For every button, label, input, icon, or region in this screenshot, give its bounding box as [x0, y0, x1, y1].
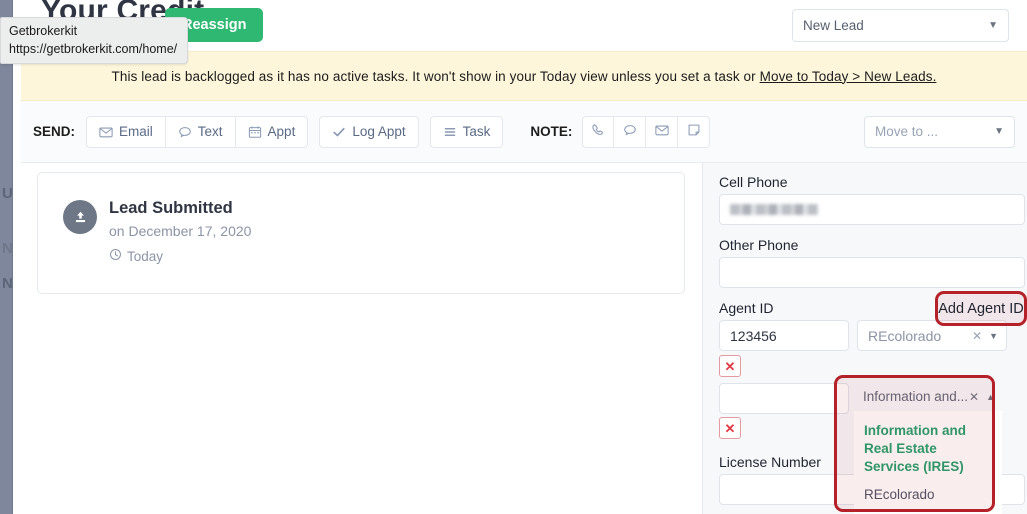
timeline-title: Lead Submitted [109, 199, 233, 217]
delete-agent-id-2-button[interactable]: ✕ [719, 417, 741, 439]
cell-phone-input[interactable] [719, 194, 1025, 225]
upload-icon [63, 200, 97, 234]
chevron-down-icon: ▼ [989, 330, 998, 341]
agent-id-input-2[interactable] [719, 383, 849, 414]
browser-link-tooltip: Getbrokerkit https://getbrokerkit.com/ho… [0, 17, 189, 65]
send-text-label: Text [197, 124, 223, 139]
agent-mls-dropdown-open: Information and... ✕ ▲ Information and R… [854, 382, 1002, 514]
other-phone-label: Other Phone [719, 237, 799, 253]
send-email-button[interactable]: Email [86, 115, 166, 148]
note-icon [687, 123, 701, 140]
note-label: NOTE: [530, 124, 573, 139]
send-appt-button[interactable]: Appt [235, 115, 309, 148]
browser-link-title: Getbrokerkit [9, 24, 78, 38]
license-number-label: License Number [719, 454, 821, 470]
task-button[interactable]: Task [429, 115, 504, 148]
agent-mls-option-list: Information and Real Estate Services (IR… [854, 411, 1002, 514]
send-label: SEND: [33, 124, 76, 139]
move-to-today-link[interactable]: Move to Today > New Leads. [760, 69, 937, 84]
agent-id-label: Agent ID [719, 300, 774, 316]
sidebar-item-0[interactable]: U [1, 186, 12, 201]
other-phone-input[interactable] [719, 257, 1025, 288]
timeline-subtitle: on December 17, 2020 [109, 223, 252, 239]
calendar-icon [248, 125, 262, 139]
timeline-panel: Lead Submitted on December 17, 2020 Toda… [21, 163, 702, 514]
send-email-label: Email [119, 124, 153, 139]
timeline-today-label: Today [127, 248, 164, 264]
move-to-select[interactable]: Move to ... ▼ [864, 115, 1015, 148]
agent-id-input-1[interactable]: 123456 [719, 320, 849, 351]
task-label: Task [462, 124, 491, 139]
x-icon[interactable]: ✕ [969, 390, 986, 404]
add-agent-id-button[interactable]: Add Agent ID [935, 291, 1027, 326]
lead-status-value: New Lead [803, 18, 864, 33]
banner-message: This lead is backlogged as it has no act… [111, 68, 760, 84]
note-generic-button[interactable] [678, 115, 711, 148]
chevron-down-icon: ▼ [994, 126, 1004, 137]
agent-mls-selected-display: Information and... [863, 389, 969, 404]
action-toolbar: SEND: Email Text Appt Log Appt Task NOTE… [21, 101, 1027, 163]
chevron-up-icon[interactable]: ▲ [986, 392, 995, 402]
log-appt-label: Log Appt [352, 124, 406, 139]
envelope-icon [99, 125, 113, 139]
clock-icon [109, 248, 122, 264]
agent-mls-value-1: REcolorado [868, 327, 942, 344]
banner-text: This lead is backlogged as it has no act… [112, 69, 937, 84]
main-content: Your Credit Reassign New Lead ▼ This lea… [13, 0, 1027, 514]
lead-status-select[interactable]: New Lead ▼ [792, 9, 1009, 42]
move-to-value: Move to ... [875, 124, 939, 139]
chat-bubble-icon [178, 125, 192, 139]
note-call-button[interactable] [582, 115, 615, 148]
timeline-card[interactable]: Lead Submitted on December 17, 2020 Toda… [37, 172, 685, 294]
timeline-today: Today [109, 248, 163, 264]
note-icon-group [582, 115, 711, 148]
agent-mls-option-recolorado[interactable]: REcolorado [854, 481, 1002, 509]
browser-link-url: https://getbrokerkit.com/home/ [9, 42, 178, 57]
cell-phone-label: Cell Phone [719, 174, 788, 190]
app-sidebar: U N N [0, 0, 13, 514]
agent-mls-option-ires[interactable]: Information and Real Estate Services (IR… [854, 417, 1002, 481]
chat-bubble-icon [623, 123, 637, 140]
check-icon [332, 125, 346, 139]
send-button-group: Email Text Appt [86, 115, 309, 148]
app-root: U N N Your Credit Reassign New Lead ▼ Th… [0, 0, 1027, 514]
agent-mls-select-2[interactable]: Information and... ✕ ▲ [854, 382, 1002, 411]
delete-agent-id-1-button[interactable]: ✕ [719, 355, 741, 377]
log-appt-button[interactable]: Log Appt [319, 115, 419, 148]
x-icon[interactable]: ✕ [972, 329, 989, 343]
note-email-button[interactable] [646, 115, 679, 148]
sidebar-item-2[interactable]: N [1, 276, 12, 291]
sidebar-item-1[interactable]: N [1, 241, 12, 256]
send-appt-label: Appt [267, 124, 296, 139]
phone-icon [591, 123, 605, 140]
list-icon [443, 125, 457, 139]
envelope-icon [655, 123, 669, 140]
send-text-button[interactable]: Text [165, 115, 236, 148]
note-text-button[interactable] [614, 115, 647, 148]
redacted-phone-value [730, 204, 818, 215]
chevron-down-icon: ▼ [988, 20, 998, 31]
